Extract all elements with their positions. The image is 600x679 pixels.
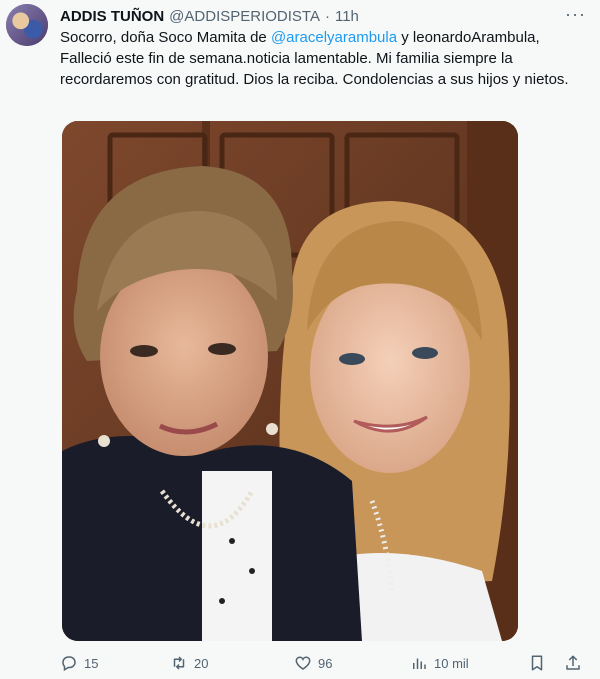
retweet-count: 20 <box>194 655 209 671</box>
author-name[interactable]: ADDIS TUÑON <box>60 8 164 25</box>
tweet: ADDIS TUÑON @ADDISPERIODISTA · 11h ··· S… <box>0 0 600 679</box>
like-button[interactable]: 96 <box>294 654 396 672</box>
views-icon <box>413 658 426 669</box>
share-icon <box>566 655 580 670</box>
separator-dot: · <box>324 7 330 25</box>
timestamp[interactable]: 11h <box>335 8 359 25</box>
avatar[interactable] <box>6 4 48 46</box>
view-count: 10 mil <box>434 655 469 671</box>
reply-icon <box>62 656 76 672</box>
reply-button[interactable]: 15 <box>60 654 142 672</box>
bookmark-button[interactable] <box>528 654 546 672</box>
views-button[interactable]: 10 mil <box>410 654 520 672</box>
more-options-icon[interactable]: ··· <box>565 4 586 25</box>
share-button[interactable] <box>564 654 582 672</box>
tweet-actions: 15 20 96 10 mil <box>60 652 586 674</box>
photo-illustration <box>62 121 518 641</box>
retweet-icon <box>173 656 185 670</box>
reply-count: 15 <box>84 655 99 671</box>
bookmark-icon <box>531 655 543 671</box>
tweet-text-part1: Socorro, doña Soco Mamita de <box>60 29 271 46</box>
avatar-image <box>6 4 48 46</box>
tweet-photo[interactable] <box>62 121 518 641</box>
author-handle[interactable]: @ADDISPERIODISTA <box>169 8 320 25</box>
tweet-text: Socorro, doña Soco Mamita de @aracelyara… <box>60 27 580 90</box>
tweet-header: ADDIS TUÑON @ADDISPERIODISTA · 11h <box>60 6 570 26</box>
like-count: 96 <box>318 655 333 671</box>
retweet-button[interactable]: 20 <box>170 654 294 672</box>
heart-icon <box>295 656 311 670</box>
mention-link[interactable]: @aracelyarambula <box>271 29 397 46</box>
